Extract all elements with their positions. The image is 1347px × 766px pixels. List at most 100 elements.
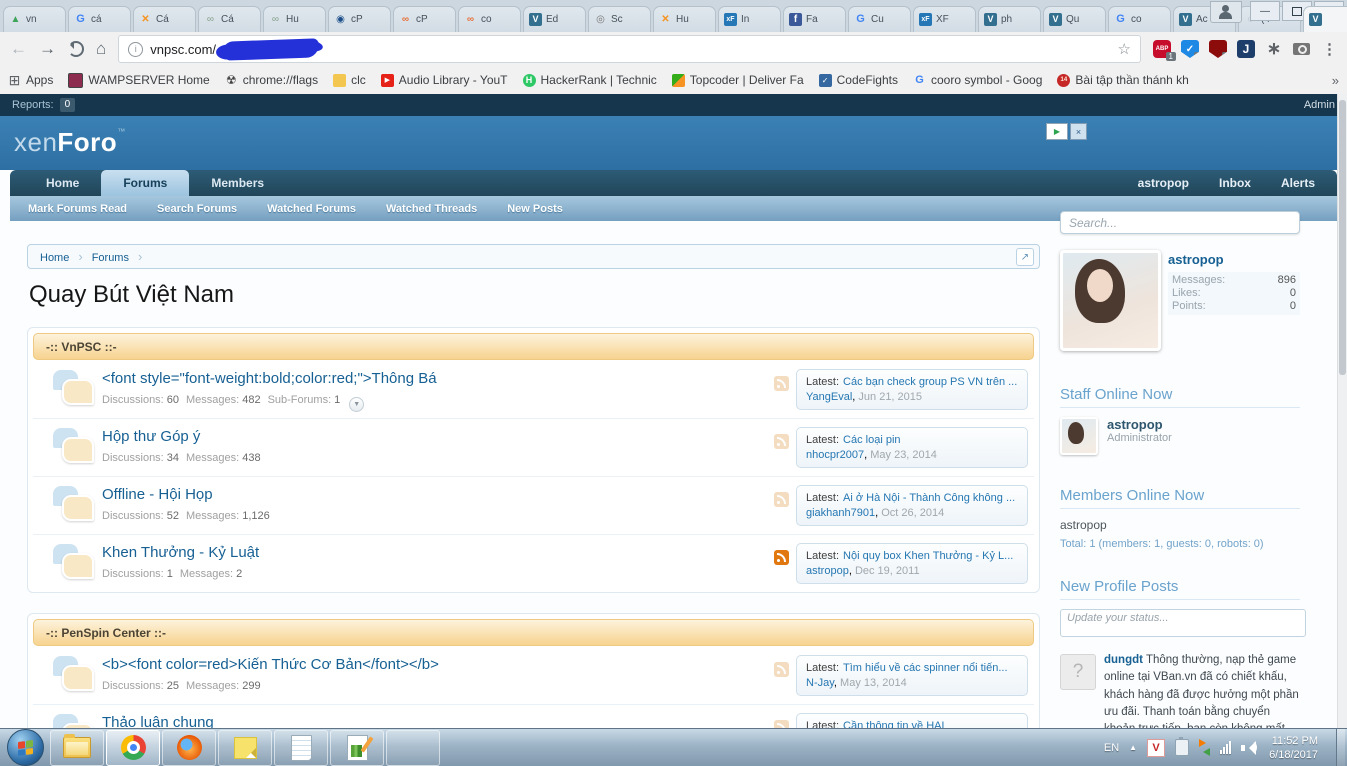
latest-thread-link[interactable]: Tìm hiểu về các spinner nổi tiến...: [843, 662, 1007, 674]
rss-icon[interactable]: [774, 376, 789, 391]
shield-check-icon[interactable]: ✓3: [1181, 40, 1199, 58]
taskbar-explorer-button[interactable]: [50, 730, 104, 766]
browser-tab[interactable]: ∞cP: [393, 6, 456, 32]
rss-icon[interactable]: [774, 434, 789, 449]
back-icon[interactable]: ←: [10, 39, 27, 59]
reload-icon[interactable]: [68, 41, 84, 57]
nav-tab-members[interactable]: Members: [189, 170, 286, 196]
browser-tab[interactable]: ✕Cá: [133, 6, 196, 32]
forum-title-link[interactable]: Khen Thưởng - Kỷ Luật: [102, 544, 259, 561]
hidden-icons-arrow[interactable]: ▲: [1129, 743, 1137, 752]
subnav-link[interactable]: New Posts: [507, 203, 563, 215]
taskbar-journal-button[interactable]: [330, 730, 384, 766]
nav-tab-forums[interactable]: Forums: [101, 170, 189, 196]
bookmark-item[interactable]: Gcooro symbol - Goog: [913, 73, 1042, 87]
nav-link-inbox[interactable]: Inbox: [1219, 176, 1251, 190]
latest-thread-link[interactable]: Các bạn check group PS VN trên ...: [843, 376, 1017, 388]
profile-post-author[interactable]: dungdt: [1104, 654, 1143, 666]
latest-user-link[interactable]: YangEval: [806, 391, 852, 403]
browser-tab[interactable]: xFXF: [913, 6, 976, 32]
taskbar-snipping-tool-button[interactable]: [386, 730, 440, 766]
forum-title-link[interactable]: Hộp thư Góp ý: [102, 428, 200, 445]
forum-title-link[interactable]: <b><font color=red>Kiến Thức Cơ Bản</fon…: [102, 656, 439, 673]
latest-user-link[interactable]: astropop: [806, 565, 849, 577]
bookmark-item[interactable]: 14Bài tập thần thánh kh: [1057, 73, 1188, 87]
latest-thread-link[interactable]: Ai ở Hà Nội - Thành Công không ...: [843, 492, 1015, 504]
rss-icon[interactable]: [774, 492, 789, 507]
browser-tab[interactable]: ∞Cá: [198, 6, 261, 32]
network-transfer-icon[interactable]: [1199, 739, 1210, 756]
page-scrollbar[interactable]: [1337, 94, 1347, 728]
bookmark-star-icon[interactable]: ☆: [1118, 40, 1131, 58]
vietkey-icon[interactable]: V: [1147, 739, 1165, 757]
address-bar[interactable]: i vnpsc.com/ ☆: [118, 35, 1141, 63]
ublock-icon[interactable]: 3: [1209, 40, 1227, 58]
category-header[interactable]: -:: VnPSC ::-: [33, 333, 1034, 360]
bookmark-item[interactable]: WAMPSERVER Home: [68, 73, 209, 88]
overflow-chevron-icon[interactable]: »: [1332, 73, 1339, 88]
bookmark-item[interactable]: ⊞Apps: [8, 73, 53, 87]
subnav-link[interactable]: Watched Threads: [386, 203, 477, 215]
latest-user-link[interactable]: N-Jay: [806, 677, 834, 689]
ad-close-icon[interactable]: ×: [1070, 123, 1087, 140]
latest-user-link[interactable]: giakhanh7901: [806, 507, 875, 519]
gear-icon[interactable]: ∗: [1265, 40, 1283, 58]
latest-thread-link[interactable]: Nội quy box Khen Thưởng - Kỷ L...: [843, 550, 1013, 562]
start-button[interactable]: [7, 729, 44, 766]
forward-icon[interactable]: →: [39, 39, 56, 59]
forum-title-link[interactable]: <font style="font-weight:bold;color:red;…: [102, 370, 437, 387]
breadcrumb-item[interactable]: Home: [40, 252, 69, 264]
search-input[interactable]: [1060, 211, 1300, 234]
browser-tab[interactable]: VQu: [1043, 6, 1106, 32]
browser-tab[interactable]: ◉cP: [328, 6, 391, 32]
browser-tab[interactable]: fFa: [783, 6, 846, 32]
latest-user-link[interactable]: nhocpr2007: [806, 449, 864, 461]
ad-play-icon[interactable]: ▶: [1046, 123, 1068, 140]
avatar[interactable]: [1060, 250, 1161, 351]
adblock-plus-icon[interactable]: ABP1: [1153, 40, 1171, 58]
subnav-link[interactable]: Search Forums: [157, 203, 237, 215]
scrollbar-thumb[interactable]: [1339, 100, 1346, 375]
taskbar-notepad-button[interactable]: [274, 730, 328, 766]
browser-tab[interactable]: V×: [1303, 6, 1347, 32]
status-update-input[interactable]: [1060, 609, 1306, 637]
admin-link[interactable]: Admin: [1304, 99, 1335, 111]
browser-tab[interactable]: xFIn: [718, 6, 781, 32]
staff-username[interactable]: astropop: [1107, 417, 1172, 432]
home-icon[interactable]: ⌂: [96, 39, 106, 59]
bookmark-item[interactable]: ☢chrome://flags: [225, 73, 318, 87]
question-avatar-icon[interactable]: ?: [1060, 654, 1096, 690]
forum-title-link[interactable]: Offline - Hội Họp: [102, 486, 213, 503]
browser-tab[interactable]: VEd: [523, 6, 586, 32]
member-name-link[interactable]: astropop: [1060, 518, 1300, 532]
reports-count-badge[interactable]: 0: [60, 98, 76, 112]
browser-tab[interactable]: Gco: [1108, 6, 1171, 32]
show-desktop-button[interactable]: [1336, 729, 1345, 766]
clipboard-icon[interactable]: [1175, 739, 1189, 756]
browser-tab[interactable]: Vph: [978, 6, 1041, 32]
clock[interactable]: 11:52 PM 6/18/2017: [1269, 734, 1318, 762]
browser-tab[interactable]: ▲vn: [3, 6, 66, 32]
forum-title-link[interactable]: Thảo luận chung: [102, 714, 214, 728]
browser-tab[interactable]: ∞Hu: [263, 6, 326, 32]
bookmark-item[interactable]: ✓CodeFights: [819, 73, 898, 87]
taskbar-chrome-button[interactable]: [106, 730, 160, 766]
taskbar-sticky-notes-button[interactable]: [218, 730, 272, 766]
browser-tab[interactable]: ∞co: [458, 6, 521, 32]
breadcrumb-item[interactable]: Forums: [92, 252, 129, 264]
taskbar-firefox-button[interactable]: [162, 730, 216, 766]
bookmark-item[interactable]: clc: [333, 73, 366, 87]
subforum-dropdown-icon[interactable]: ▼: [349, 397, 364, 412]
avatar[interactable]: [1060, 417, 1098, 455]
language-indicator[interactable]: EN: [1104, 742, 1119, 754]
xenforo-logo[interactable]: xenForo™: [14, 127, 126, 158]
subnav-link[interactable]: Mark Forums Read: [28, 203, 127, 215]
minimize-button[interactable]: —: [1250, 1, 1280, 21]
category-header[interactable]: -:: PenSpin Center ::-: [33, 619, 1034, 646]
subnav-link[interactable]: Watched Forums: [267, 203, 356, 215]
signal-strength-icon[interactable]: [1220, 741, 1231, 754]
nav-link-astropop[interactable]: astropop: [1138, 176, 1189, 190]
page-info-icon[interactable]: i: [128, 42, 143, 57]
bookmark-item[interactable]: ▶Audio Library - YouT: [381, 73, 508, 87]
browser-profile-icon[interactable]: [1210, 1, 1242, 23]
